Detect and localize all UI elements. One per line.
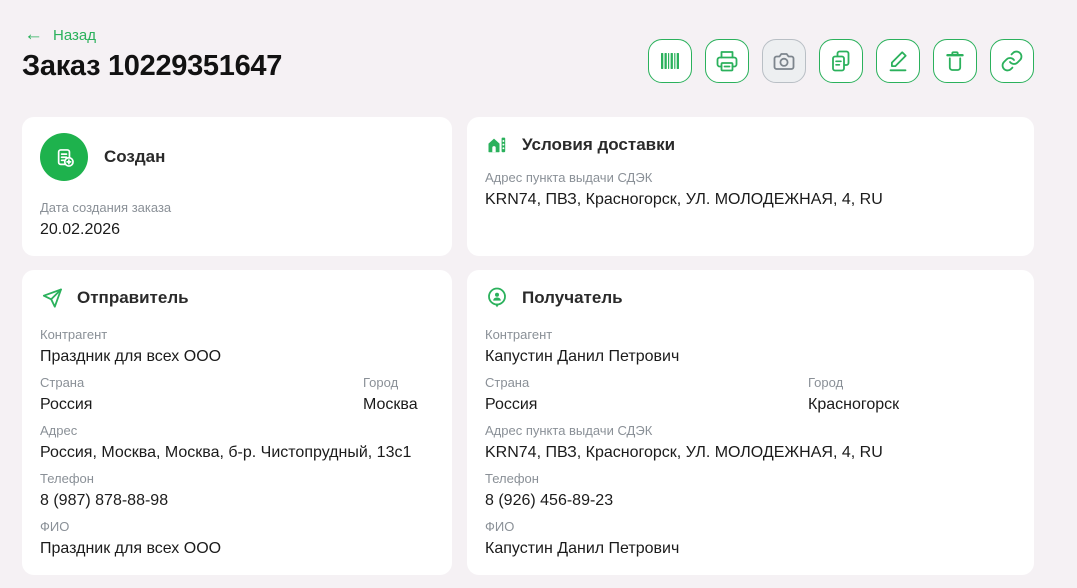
delivery-terms-title: Условия доставки [522,135,675,155]
field-value: Россия, Москва, Москва, б-р. Чистопрудны… [40,442,434,464]
field-value: Капустин Данил Петрович [485,346,1016,368]
full-name-field: ФИО Капустин Данил Петрович [485,519,1016,560]
page-title: Заказ 10229351647 [22,50,282,83]
field-label: Контрагент [40,327,434,343]
field-label: Телефон [485,471,1016,487]
delivery-terms-card: Условия доставки Адрес пункта выдачи СДЭ… [467,117,1034,256]
creation-date-field: Дата создания заказа 20.02.2026 [40,200,434,241]
barcode-button[interactable] [648,39,692,83]
printer-icon [715,49,739,73]
field-value: KRN74, ПВЗ, Красногорск, УЛ. МОЛОДЕЖНАЯ,… [485,189,1016,211]
pickup-point-icon [485,133,509,157]
full-name-field: ФИО Праздник для всех ООО [40,519,434,560]
city-field: Город Красногорск [808,375,1016,416]
phone-field: Телефон 8 (926) 456-89-23 [485,471,1016,512]
field-value: 8 (987) 878-88-98 [40,490,434,512]
trash-icon [943,49,967,73]
field-label: Страна [40,375,363,391]
field-value: 8 (926) 456-89-23 [485,490,1016,512]
field-label: ФИО [485,519,1016,535]
counterparty-field: Контрагент Капустин Данил Петрович [485,327,1016,368]
send-icon [40,286,64,310]
phone-field: Телефон 8 (987) 878-88-98 [40,471,434,512]
counterparty-field: Контрагент Праздник для всех ООО [40,327,434,368]
field-label: Город [363,375,434,391]
field-value: Капустин Данил Петрович [485,538,1016,560]
sender-card: Отправитель Контрагент Праздник для всех… [22,270,452,575]
camera-button[interactable] [762,39,806,83]
field-label: Страна [485,375,808,391]
arrow-left-icon: ← [24,25,43,44]
field-value: Праздник для всех ООО [40,346,434,368]
field-value: 20.02.2026 [40,219,434,241]
address-field: Адрес Россия, Москва, Москва, б-р. Чисто… [40,423,434,464]
city-field: Город Москва [363,375,434,416]
back-label: Назад [53,27,96,44]
status-card: Создан Дата создания заказа 20.02.2026 [22,117,452,256]
field-label: ФИО [40,519,434,535]
field-value: Россия [40,394,363,416]
share-link-button[interactable] [990,39,1034,83]
field-label: Контрагент [485,327,1016,343]
edit-icon [886,49,910,73]
back-link[interactable]: ← Назад [24,26,96,45]
camera-icon [772,49,796,73]
receiver-title: Получатель [522,288,623,308]
copy-icon [829,49,853,73]
field-value: KRN74, ПВЗ, Красногорск, УЛ. МОЛОДЕЖНАЯ,… [485,442,1016,464]
field-value: Россия [485,394,808,416]
copy-button[interactable] [819,39,863,83]
field-value: Москва [363,394,434,416]
print-button[interactable] [705,39,749,83]
recipient-pin-icon [485,286,509,310]
status-title: Создан [104,147,165,167]
country-field: Страна Россия [485,375,808,416]
field-label: Город [808,375,1016,391]
field-label: Дата создания заказа [40,200,434,216]
pickup-address-field: Адрес пункта выдачи СДЭК KRN74, ПВЗ, Кра… [485,423,1016,464]
toolbar [648,39,1034,83]
receiver-card: Получатель Контрагент Капустин Данил Пет… [467,270,1034,575]
field-value: Красногорск [808,394,1016,416]
field-label: Адрес пункта выдачи СДЭК [485,170,1016,186]
edit-button[interactable] [876,39,920,83]
barcode-icon [658,49,682,73]
cards-grid: Создан Дата создания заказа 20.02.2026 У… [22,117,1034,575]
delete-button[interactable] [933,39,977,83]
country-field: Страна Россия [40,375,363,416]
sender-title: Отправитель [77,288,189,308]
order-created-icon [40,133,88,181]
field-label: Телефон [40,471,434,487]
link-icon [1000,49,1024,73]
field-label: Адрес пункта выдачи СДЭК [485,423,1016,439]
field-value: Праздник для всех ООО [40,538,434,560]
field-label: Адрес [40,423,434,439]
pickup-address-field: Адрес пункта выдачи СДЭК KRN74, ПВЗ, Кра… [485,170,1016,211]
